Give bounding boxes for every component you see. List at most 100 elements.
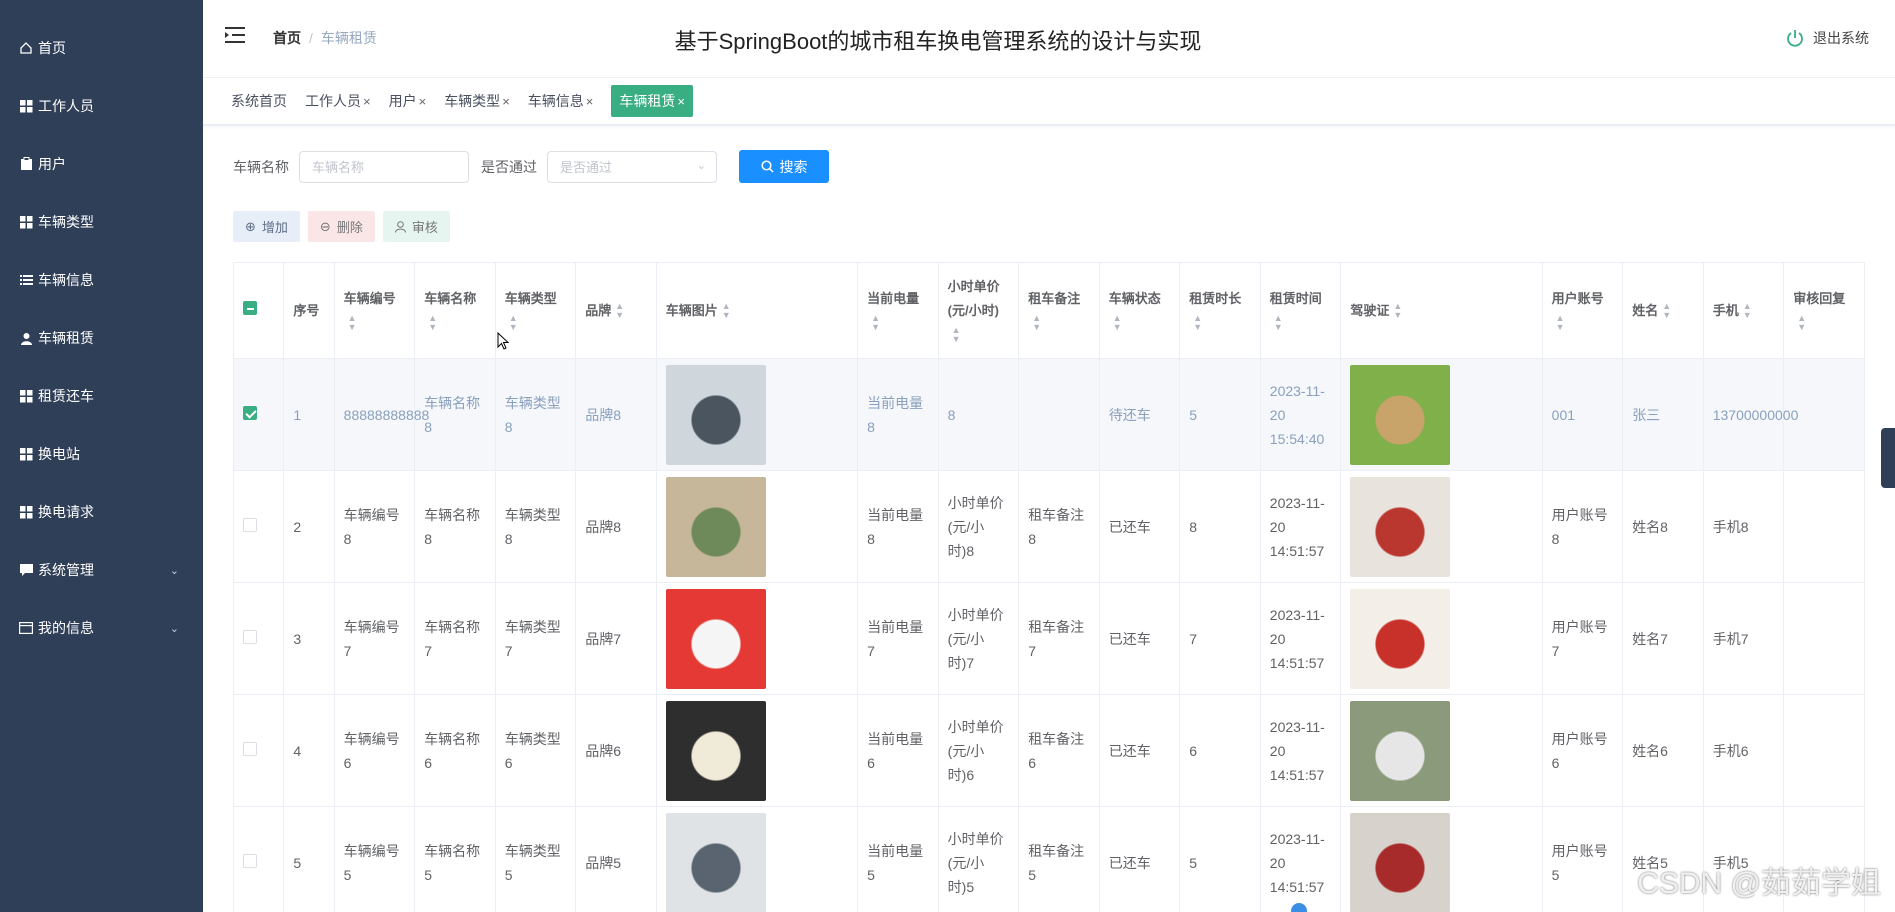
vehicle-image[interactable] — [665, 700, 766, 801]
account-cell: 用户账号8 — [1541, 470, 1624, 583]
user-name: 姓名6 — [1632, 742, 1668, 759]
vehicle-name-input[interactable]: 车辆名称 — [299, 150, 469, 183]
account: 用户账号7 — [1551, 618, 1608, 659]
table-row[interactable]: 3 车辆编号7 车辆名称7 车辆类型7 品牌7 当前电量7 小时单价(元/小时)7 租车备注7… — [232, 582, 1865, 695]
header-vehicle-name[interactable]: 车辆名称 ▲ ▼ — [414, 262, 496, 359]
rental-time-cell: 2023-11-20 15:54:40 — [1259, 358, 1342, 471]
account-cell: 用户账号6 — [1541, 694, 1624, 807]
sort-icon[interactable]: ▲ ▼ — [952, 326, 961, 344]
sidebar-item-my-info[interactable]: 我的信息 ⌄ — [0, 599, 203, 657]
header-audit-reply[interactable]: 审核回复 ▲ ▼ — [1783, 262, 1865, 359]
hourly-price: 小时单价(元/小时)7 — [947, 606, 1004, 671]
audit-button[interactable]: 审核 — [382, 211, 450, 242]
sidebar-item-vehicle-info[interactable]: 车辆信息 — [0, 251, 203, 309]
table-row[interactable]: 5 车辆编号5 车辆名称5 车辆类型5 品牌5 当前电量5 小时单价(元/小时)5 租车备注5… — [232, 806, 1865, 912]
header-index[interactable]: 序号 — [283, 262, 335, 359]
sidebar-item-users[interactable]: 用户 — [0, 135, 203, 193]
row-checkbox[interactable] — [243, 629, 257, 644]
delete-button[interactable]: ⊖ 删除 — [307, 211, 375, 242]
sidebar-item-swap-station[interactable]: 换电站 — [0, 425, 203, 483]
header-label: 车辆编号 — [343, 290, 396, 306]
license-image[interactable] — [1350, 812, 1451, 912]
sort-icon[interactable]: ▲ ▼ — [509, 314, 518, 332]
sort-icon[interactable]: ▲ ▼ — [1113, 314, 1122, 332]
close-icon[interactable]: × — [502, 94, 510, 109]
rental-time-cell: 2023-11-20 14:51:57 — [1259, 694, 1342, 807]
tab-vehicle-type[interactable]: 车辆类型 × — [444, 87, 510, 115]
header-name[interactable]: 姓名 ▲ ▼ — [1622, 262, 1704, 359]
close-icon[interactable]: × — [419, 94, 427, 109]
add-button[interactable]: ⊕ 增加 — [233, 211, 300, 242]
table-row[interactable]: 4 车辆编号6 车辆名称6 车辆类型6 品牌6 当前电量6 小时单价(元/小时)6 租车备注6… — [232, 694, 1865, 807]
sort-icon[interactable]: ▲ ▼ — [1556, 314, 1565, 332]
clipboard-icon — [18, 156, 34, 172]
tab-system-home[interactable]: 系统首页 — [231, 87, 287, 115]
row-checkbox[interactable] — [243, 853, 257, 868]
header-vehicle-code[interactable]: 车辆编号 ▲ ▼ — [333, 262, 416, 359]
sort-icon[interactable]: ▲ ▼ — [428, 314, 437, 332]
list-icon — [18, 272, 34, 288]
sidebar-item-rental-return[interactable]: 租赁还车 — [0, 367, 203, 425]
sidebar-item-vehicle-rental[interactable]: 车辆租赁 — [0, 309, 203, 367]
row-checkbox[interactable] — [243, 741, 257, 756]
header-license[interactable]: 驾驶证 ▲ ▼ — [1340, 262, 1543, 359]
search-button[interactable]: 搜索 — [739, 150, 829, 183]
close-icon[interactable]: × — [586, 94, 594, 109]
sort-icon[interactable]: ▲ ▼ — [1032, 314, 1041, 332]
vehicle-image[interactable] — [665, 812, 766, 912]
tab-staff[interactable]: 工作人员 × — [305, 87, 371, 115]
sort-icon[interactable]: ▲ ▼ — [348, 314, 357, 332]
sort-icon[interactable]: ▲ ▼ — [1274, 314, 1283, 332]
close-icon[interactable]: × — [677, 94, 685, 109]
sort-icon[interactable]: ▲ ▼ — [722, 302, 731, 320]
header-rental-duration[interactable]: 租赁时长 ▲ ▼ — [1179, 262, 1261, 359]
header-rental-time[interactable]: 租赁时间 ▲ ▼ — [1259, 262, 1342, 359]
header-phone[interactable]: 手机 ▲ ▼ — [1702, 262, 1785, 359]
license-image[interactable] — [1350, 364, 1451, 465]
sidebar-item-system-management[interactable]: 系统管理 ⌄ — [0, 541, 203, 599]
scroll-indicator[interactable] — [1291, 903, 1307, 912]
logout-button[interactable]: 退出系统 — [1785, 28, 1869, 48]
sidebar-item-staff[interactable]: 工作人员 — [0, 77, 203, 135]
brand-cell: 品牌5 — [575, 806, 657, 912]
sort-icon[interactable]: ▲ ▼ — [1393, 302, 1402, 320]
pass-status-select[interactable]: 是否通过 ⌄ — [547, 150, 717, 183]
brand-cell: 品牌8 — [575, 470, 657, 583]
sort-icon[interactable]: ▲ ▼ — [615, 302, 624, 320]
tab-vehicle-rental[interactable]: 车辆租赁 × — [611, 85, 693, 117]
vehicle-status-cell: 已还车 — [1098, 470, 1181, 583]
vehicle-image[interactable] — [665, 476, 766, 577]
license-image[interactable] — [1350, 476, 1451, 577]
row-checkbox[interactable] — [243, 405, 257, 420]
sort-icon[interactable]: ▲ ▼ — [871, 314, 880, 332]
sidebar-item-vehicle-type[interactable]: 车辆类型 — [0, 193, 203, 251]
header-account[interactable]: 用户账号 ▲ ▼ — [1541, 262, 1624, 359]
vehicle-image[interactable] — [665, 588, 766, 689]
sort-icon[interactable]: ▲ ▼ — [1743, 302, 1752, 320]
header-vehicle-image[interactable]: 车辆图片 ▲ ▼ — [655, 262, 859, 359]
sort-icon[interactable]: ▲ ▼ — [1193, 314, 1202, 332]
license-image[interactable] — [1350, 588, 1451, 689]
header-rental-note[interactable]: 租车备注 ▲ ▼ — [1018, 262, 1100, 359]
row-checkbox[interactable] — [243, 517, 257, 532]
header-label: 租赁时间 — [1269, 290, 1322, 306]
vehicle-image[interactable] — [665, 364, 766, 465]
side-panel-handle[interactable] — [1881, 428, 1895, 488]
header-brand[interactable]: 品牌 ▲ ▼ — [575, 262, 657, 359]
license-image[interactable] — [1350, 700, 1451, 801]
header-power[interactable]: 当前电量 ▲ ▼ — [857, 262, 939, 359]
header-vehicle-status[interactable]: 车辆状态 ▲ ▼ — [1098, 262, 1181, 359]
sidebar-item-swap-request[interactable]: 换电请求 — [0, 483, 203, 541]
sort-icon[interactable]: ▲ ▼ — [1797, 314, 1806, 332]
rental-note-cell: 租车备注7 — [1018, 582, 1100, 695]
header-label: 品牌 — [585, 302, 612, 318]
table-row[interactable]: 1 88888888888 车辆名称8 车辆类型8 品牌8 当前电量8 8 待还车 5 2023-… — [232, 358, 1865, 471]
sidebar-item-home[interactable]: 首页 — [0, 19, 203, 77]
tab-vehicle-info[interactable]: 车辆信息 × — [528, 87, 594, 115]
close-icon[interactable]: × — [363, 94, 371, 109]
table-row[interactable]: 2 车辆编号8 车辆名称8 车辆类型8 品牌8 当前电量8 小时单价(元/小时)8 租车备注8… — [232, 470, 1865, 583]
header-hourly-price[interactable]: 小时单价(元/小时) ▲ ▼ — [937, 262, 1020, 359]
select-all-checkbox[interactable] — [243, 300, 257, 315]
tab-users[interactable]: 用户 × — [389, 87, 427, 115]
sort-icon[interactable]: ▲ ▼ — [1662, 302, 1671, 320]
